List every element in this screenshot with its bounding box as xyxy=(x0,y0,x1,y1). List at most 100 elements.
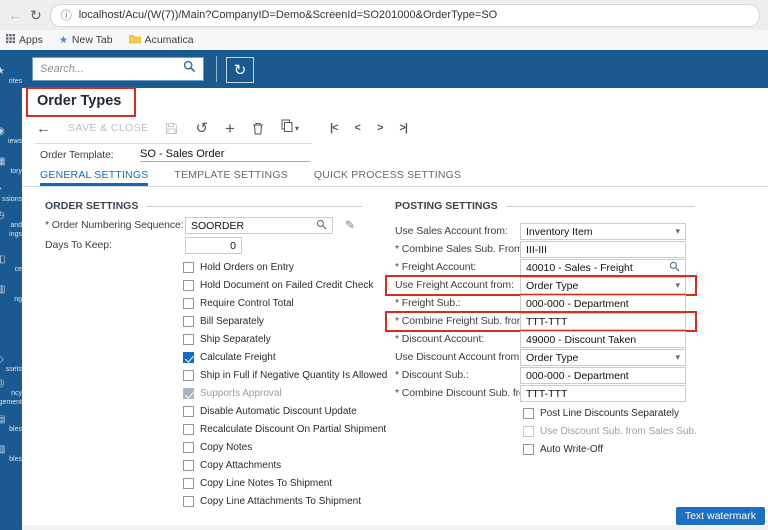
refresh-button[interactable]: ↻ xyxy=(226,57,254,83)
global-search-input[interactable]: Search... xyxy=(32,57,204,81)
favorites-icon: ★ xyxy=(0,66,22,78)
checkbox-recalculate-discount-on-partial-shipment[interactable]: Recalculate Discount On Partial Shipment xyxy=(183,423,386,436)
sidebar-item-history[interactable]: ▦tory xyxy=(0,156,22,177)
tab-template-settings[interactable]: TEMPLATE SETTINGS xyxy=(174,164,287,186)
receivables-icon: ▧ xyxy=(0,444,22,456)
tab-general-settings[interactable]: GENERAL SETTINGS xyxy=(40,164,148,186)
back-button[interactable]: ← xyxy=(36,121,51,136)
checkbox-copy-line-notes-to-shipment[interactable]: Copy Line Notes To Shipment xyxy=(183,477,332,490)
sidebar-item-receivables[interactable]: ▧bles xyxy=(0,444,22,465)
bookmark-new-tab[interactable]: ★ New Tab xyxy=(59,34,113,46)
checkbox-icon xyxy=(523,426,534,437)
bookmark-label: New Tab xyxy=(72,34,113,46)
field-row-freight-account: * Freight Account: 40010 - Sales - Freig… xyxy=(395,259,690,277)
days-to-keep-input[interactable]: 0 xyxy=(185,237,242,254)
checkbox-post-line-discounts-separately[interactable]: Post Line Discounts Separately xyxy=(523,407,679,420)
delete-icon[interactable] xyxy=(252,122,264,135)
copy-button[interactable]: ▾ xyxy=(281,119,299,137)
checkbox-require-control-total[interactable]: Require Control Total xyxy=(183,297,294,310)
combine-freight-sub-from-input[interactable]: TTT-TTT xyxy=(520,313,686,330)
url-text: localhost/Acu/(W(7))/Main?CompanyID=Demo… xyxy=(79,9,498,21)
bookmark-favicon-icon: ★ xyxy=(59,35,68,46)
checkbox-icon xyxy=(183,424,194,435)
order-template-field[interactable]: SO - Sales Order xyxy=(140,148,310,162)
checkbox-hold-orders-on-entry[interactable]: Hold Orders on Entry xyxy=(183,261,294,274)
magnifier-icon[interactable] xyxy=(316,217,327,235)
go-previous-button[interactable]: < xyxy=(355,122,360,134)
freight-sub-input[interactable]: 000-000 - Department xyxy=(520,295,686,312)
checkbox-copy-line-attachments-to-shipment[interactable]: Copy Line Attachments To Shipment xyxy=(183,495,361,508)
checkbox-use-discount-sub-from-sales-sub[interactable]: Use Discount Sub. from Sales Sub. xyxy=(523,425,697,438)
main-area: Order Types ← SAVE & CLOSE ↺ + ▾ |< < > … xyxy=(22,88,768,530)
discount-sub-input[interactable]: 000-000 - Department xyxy=(520,367,686,384)
data-views-icon: ◉ xyxy=(0,126,22,138)
bookmark-acumatica[interactable]: Acumatica xyxy=(129,34,194,47)
browser-address-bar: ← ↻ ⓘ localhost/Acu/(W(7))/Main?CompanyI… xyxy=(0,0,768,31)
sidebar-item-banking[interactable]: ▥ng xyxy=(0,284,22,305)
checkbox-copy-attachments[interactable]: Copy Attachments xyxy=(183,459,281,472)
go-next-button[interactable]: > xyxy=(377,122,382,134)
checkbox-ship-in-full-if-negative-quantity[interactable]: Ship in Full if Negative Quantity Is All… xyxy=(183,369,387,382)
combine-discount-sub-from-input[interactable]: TTT-TTT xyxy=(520,385,686,402)
checkbox-icon xyxy=(183,388,194,399)
toolbar: ← SAVE & CLOSE ↺ + ▾ |< < > >| xyxy=(22,114,768,142)
sidebar-item-commissions[interactable]: ◔ssions xyxy=(0,184,22,205)
field-row-order-numbering-sequence: * Order Numbering Sequence: SOORDER ✎ xyxy=(45,217,390,235)
browser-back-icon[interactable]: ← xyxy=(8,7,22,23)
go-last-button[interactable]: >| xyxy=(399,122,407,134)
checkbox-hold-document-on-failed-credit-check[interactable]: Hold Document on Failed Credit Check xyxy=(183,279,373,292)
bookmark-label: Acumatica xyxy=(145,34,194,46)
field-row-combine-discount-sub-from: * Combine Discount Sub. from: TTT-TTT xyxy=(395,385,690,403)
apps-grid-icon xyxy=(6,34,15,46)
checkbox-disable-automatic-discount-update[interactable]: Disable Automatic Discount Update xyxy=(183,405,357,418)
save-icon[interactable] xyxy=(165,122,178,135)
order-numbering-sequence-lookup[interactable]: SOORDER xyxy=(185,217,333,234)
url-input[interactable]: ⓘ localhost/Acu/(W(7))/Main?CompanyID=De… xyxy=(50,4,760,27)
checkbox-icon xyxy=(183,316,194,327)
fixed-assets-icon: ◇ xyxy=(0,354,22,366)
use-sales-account-from-select[interactable]: Inventory Item ▾ xyxy=(520,223,686,240)
sidebar-item-favorites[interactable]: ★rites xyxy=(0,66,22,87)
checkbox-icon xyxy=(183,280,194,291)
field-row-combine-freight-sub-from: * Combine Freight Sub. from: TTT-TTT xyxy=(395,313,690,331)
sidebar-item-data-views[interactable]: ◉iews xyxy=(0,126,22,147)
apps-label: Apps xyxy=(19,34,43,46)
use-freight-account-from-select[interactable]: Order Type ▾ xyxy=(520,277,686,294)
apps-shortcut[interactable]: Apps xyxy=(6,34,43,46)
checkbox-supports-approval[interactable]: Supports Approval xyxy=(183,387,282,400)
tab-quick-process-settings[interactable]: QUICK PROCESS SETTINGS xyxy=(314,164,461,186)
use-discount-account-from-select[interactable]: Order Type ▾ xyxy=(520,349,686,366)
edit-pencil-icon[interactable]: ✎ xyxy=(345,218,355,232)
checkbox-auto-write-off[interactable]: Auto Write-Off xyxy=(523,443,603,456)
chevron-down-icon: ▾ xyxy=(295,124,299,133)
summary-divider xyxy=(35,143,312,144)
sidebar-item-currency-management[interactable]: ◎ncy gement xyxy=(0,378,22,407)
checkbox-copy-notes[interactable]: Copy Notes xyxy=(183,441,252,454)
freight-account-lookup[interactable]: 40010 - Sales - Freight xyxy=(520,259,686,276)
combine-sales-sub-from-input[interactable]: III-III xyxy=(520,241,686,258)
checkbox-icon xyxy=(183,478,194,489)
order-template-label: Order Template: xyxy=(40,149,140,161)
undo-icon[interactable]: ↺ xyxy=(195,121,208,136)
magnifier-icon[interactable] xyxy=(669,259,680,277)
sidebar-item-payables[interactable]: ▤bles xyxy=(0,414,22,435)
bookmarks-bar: Apps ★ New Tab Acumatica xyxy=(0,30,768,51)
checkbox-bill-separately[interactable]: Bill Separately xyxy=(183,315,264,328)
add-button[interactable]: + xyxy=(225,121,235,136)
sidebar-item-finance[interactable]: ◧ce xyxy=(0,254,22,275)
text-watermark-button[interactable]: Text watermark xyxy=(676,507,765,525)
sidebar-item-time-and-billings[interactable]: ◷and ings xyxy=(0,210,22,239)
search-icon xyxy=(183,60,196,78)
checkbox-calculate-freight[interactable]: Calculate Freight xyxy=(183,351,276,364)
discount-account-input[interactable]: 49000 - Discount Taken xyxy=(520,331,686,348)
banking-icon: ▥ xyxy=(0,284,22,296)
site-info-icon[interactable]: ⓘ xyxy=(61,7,72,23)
field-row-days-to-keep: Days To Keep: 0 xyxy=(45,237,390,255)
search-placeholder: Search... xyxy=(40,63,183,75)
checkbox-icon xyxy=(183,262,194,273)
sidebar-item-fixed-assets[interactable]: ◇ssets xyxy=(0,354,22,375)
save-close-button[interactable]: SAVE & CLOSE xyxy=(68,122,148,134)
browser-reload-icon[interactable]: ↻ xyxy=(30,7,42,24)
checkbox-ship-separately[interactable]: Ship Separately xyxy=(183,333,271,346)
go-first-button[interactable]: |< xyxy=(330,122,338,134)
